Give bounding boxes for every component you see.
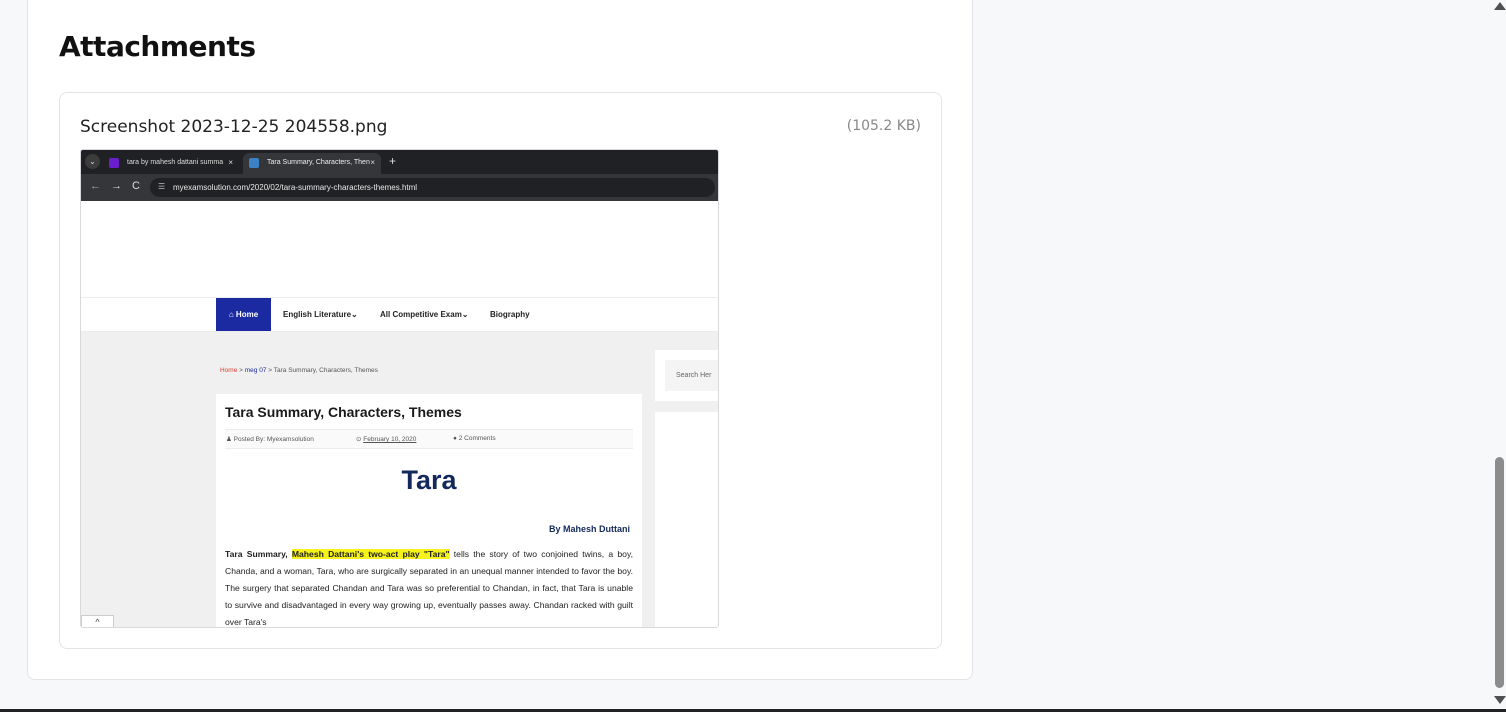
article-date: February 10, 2020: [363, 436, 417, 443]
date-meta: ⊙ February 10, 2020: [356, 435, 416, 443]
preview-url: myexamsolution.com/2020/02/tara-summary-…: [173, 183, 418, 192]
yahoo-favicon-icon: [109, 158, 119, 168]
article-byline: By Mahesh Duttani: [548, 524, 630, 534]
preview-tab: tara by mahesh dattani summa ×: [103, 153, 239, 174]
scroll-top-icon: ^: [81, 615, 114, 627]
sidebar-search: Search Her: [655, 350, 718, 401]
site-nav: ⌂ Home English Literature⌄ All Competiti…: [81, 297, 718, 332]
section-title: Attachments: [59, 30, 256, 63]
user-icon: ♟: [226, 436, 234, 443]
scroll-down-arrow-icon[interactable]: [1494, 696, 1506, 704]
article-body: Tara Summary, Mahesh Dattani's two-act p…: [225, 546, 633, 627]
body-text: tells the story of two conjoined twins, …: [225, 549, 633, 627]
preview-tab-bar: ⌄ tara by mahesh dattani summa × Tara Su…: [81, 150, 718, 174]
new-tab-icon: +: [389, 154, 397, 168]
article-meta: ♟ Posted By: Myexamsolution ⊙ February 1…: [225, 429, 633, 449]
preview-tab-active: Tara Summary, Characters, Then ×: [243, 153, 381, 174]
scroll-up-arrow-icon[interactable]: [1494, 2, 1506, 10]
author-meta: ♟ Posted By: Myexamsolution: [226, 435, 314, 443]
attachment-filename[interactable]: Screenshot 2023-12-25 204558.png: [80, 117, 387, 137]
back-icon: ←: [90, 180, 101, 192]
sidebar-search-input: Search Her: [665, 360, 718, 391]
attachment-size: (105.2 KB): [846, 118, 921, 134]
breadcrumb-separator: >: [266, 367, 274, 374]
preview-tab-label: Tara Summary, Characters, Then: [267, 159, 370, 166]
page-scrollbar-thumb[interactable]: [1495, 457, 1504, 688]
article-title: Tara Summary, Characters, Themes: [225, 404, 462, 420]
tab-close-icon: ×: [370, 158, 375, 167]
site-nav-item: All Competitive Exam⌄: [380, 310, 469, 319]
article-heading: Tara: [401, 465, 457, 495]
attachments-card: Attachments Screenshot 2023-12-25 204558…: [27, 0, 973, 680]
site-settings-icon: ☰: [158, 182, 166, 191]
breadcrumb-home: Home: [220, 367, 238, 374]
breadcrumb: Home > meg 07 > Tara Summary, Characters…: [220, 367, 378, 374]
breadcrumb-separator: >: [237, 367, 245, 374]
site-header: [81, 201, 718, 297]
site-nav-item: Biography: [490, 310, 530, 319]
body-highlight: Mahesh Dattani's two-act play "Tara": [291, 549, 450, 559]
attachment-item: Screenshot 2023-12-25 204558.png (105.2 …: [59, 92, 942, 649]
tab-close-icon: ×: [228, 158, 233, 167]
preview-tab-label: tara by mahesh dattani summa: [127, 159, 224, 166]
attachment-preview-image[interactable]: ⌄ tara by mahesh dattani summa × Tara Su…: [80, 149, 719, 628]
article-card: Tara Summary, Characters, Themes ♟ Poste…: [216, 394, 642, 627]
preview-url-field: ☰ myexamsolution.com/2020/02/tara-summar…: [150, 178, 715, 197]
article-author: Posted By: Myexamsolution: [233, 436, 314, 443]
body-lead: Tara Summary,: [225, 549, 292, 559]
breadcrumb-category: meg 07: [244, 367, 267, 374]
breadcrumb-current: Tara Summary, Characters, Themes: [273, 367, 378, 374]
article-comments: 2 Comments: [458, 435, 496, 442]
comments-meta: ● 2 Comments: [453, 435, 496, 442]
site-favicon-icon: [249, 158, 259, 168]
preview-address-bar: ← → C ☰ myexamsolution.com/2020/02/tara-…: [81, 174, 718, 201]
sidebar-widget: [655, 412, 718, 627]
reload-icon: C: [132, 180, 140, 192]
forward-icon: →: [111, 180, 122, 192]
site-nav-home: ⌂ Home: [216, 298, 271, 331]
tab-list-icon: ⌄: [85, 154, 100, 169]
site-nav-item: English Literature⌄: [283, 310, 358, 319]
